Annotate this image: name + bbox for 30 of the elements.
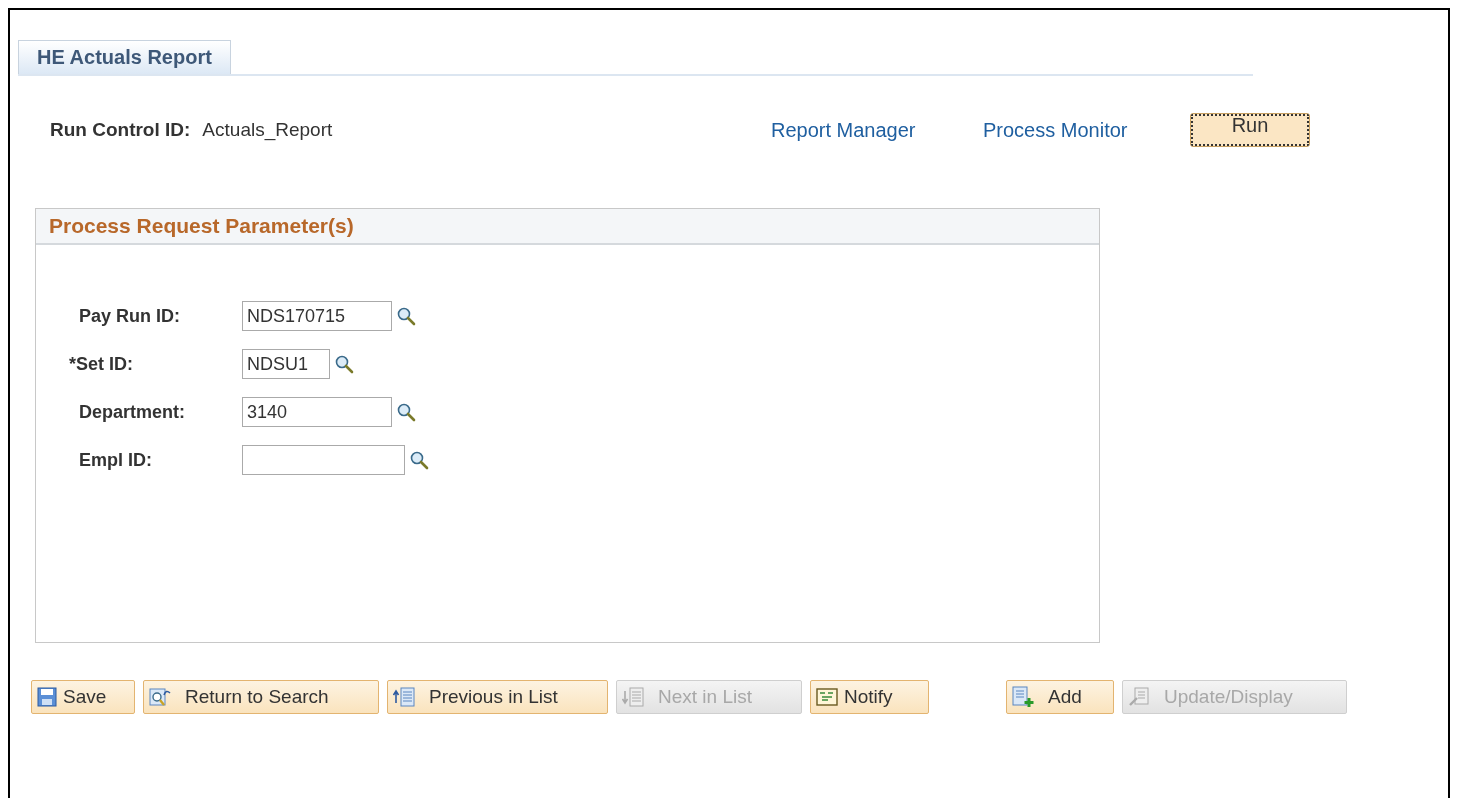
input-field[interactable]: 3140 xyxy=(242,397,392,427)
toolbar-button[interactable]: Add xyxy=(1006,680,1114,714)
panel-title: Process Request Parameter(s) xyxy=(36,209,1099,245)
field-label: Run Control ID: xyxy=(50,119,191,141)
search-icon[interactable] xyxy=(409,450,429,470)
search-icon[interactable] xyxy=(334,354,354,374)
edit-page-icon xyxy=(1128,687,1150,707)
input-field[interactable] xyxy=(242,445,405,475)
field-value: Actuals_Report xyxy=(202,119,333,141)
toolbar-button[interactable]: Notify xyxy=(810,680,929,714)
toolbar-button[interactable]: Save xyxy=(31,680,135,714)
input-field[interactable]: NDS170715 xyxy=(242,301,392,331)
toolbar-button[interactable]: Return to Search xyxy=(143,680,379,714)
search-return-icon xyxy=(149,687,171,707)
search-icon[interactable] xyxy=(396,306,416,326)
link[interactable]: Process Monitor xyxy=(983,118,1190,142)
link[interactable]: Report Manager xyxy=(771,118,983,142)
page-tab[interactable]: HE Actuals Report xyxy=(18,40,231,74)
list-down-arrow-icon xyxy=(622,687,644,707)
notify-icon xyxy=(816,687,838,707)
add-page-icon xyxy=(1012,686,1034,708)
input-field[interactable]: NDSU1 xyxy=(242,349,330,379)
field-label: Pay Run ID: xyxy=(79,305,181,327)
toolbar-button[interactable]: Previous in List xyxy=(387,680,608,714)
field-label: *Set ID: xyxy=(69,353,134,375)
run-button[interactable]: Run xyxy=(1190,113,1310,147)
field-label: Department: xyxy=(79,401,186,423)
list-up-arrow-icon xyxy=(393,687,415,707)
field-label: Empl ID: xyxy=(79,449,153,471)
search-icon[interactable] xyxy=(396,402,416,422)
